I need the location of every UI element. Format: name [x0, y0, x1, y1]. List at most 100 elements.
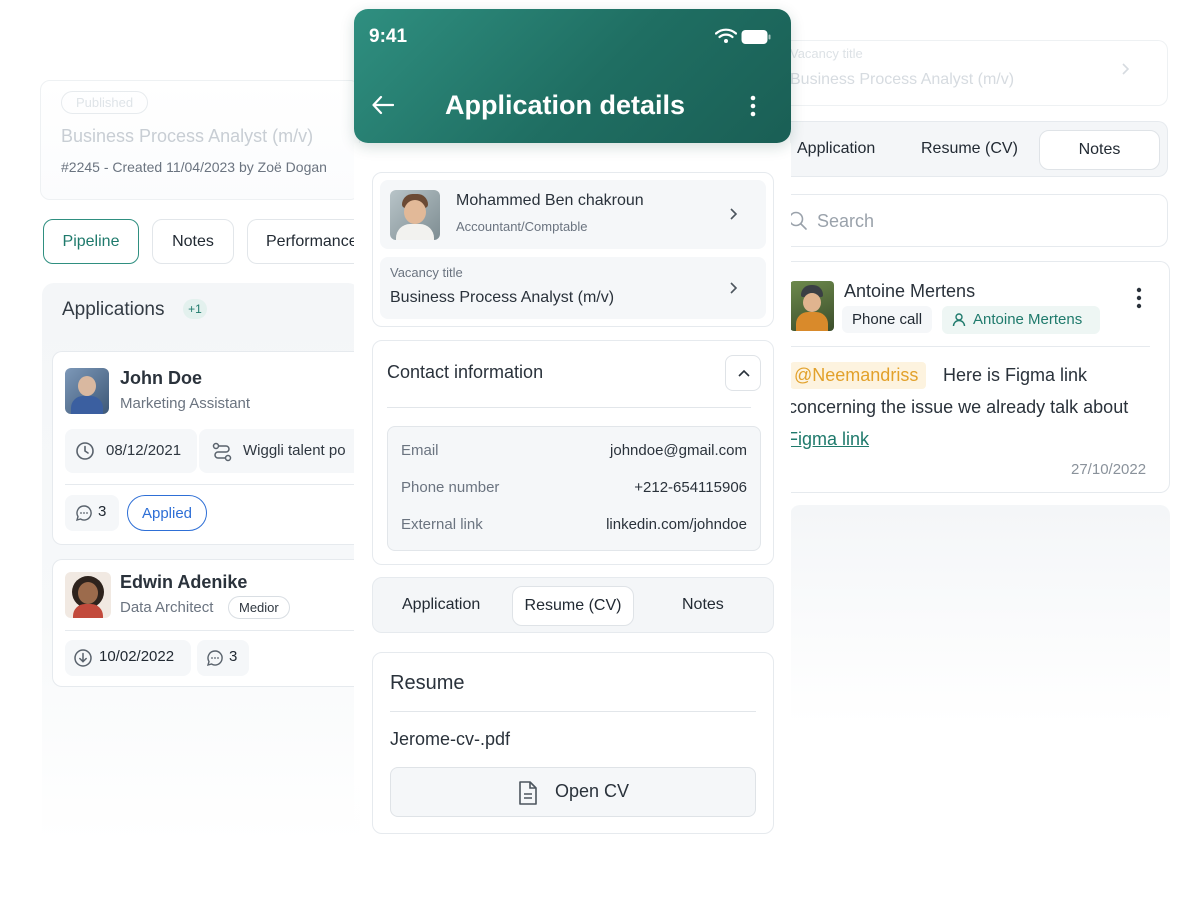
- candidate-row[interactable]: Mohammed Ben chakroun Accountant/Comptab…: [380, 180, 766, 249]
- notes-list-background: [790, 505, 1170, 725]
- chevron-right-icon: [726, 281, 740, 295]
- note-text-line2: concerning the issue we already talk abo…: [788, 397, 1129, 417]
- resume-file-name: Jerome-cv-.pdf: [390, 729, 511, 749]
- route-icon: [211, 441, 233, 463]
- chevron-right-icon: [726, 207, 740, 221]
- clock-icon: [75, 441, 95, 461]
- candidate-summary-card: Mohammed Ben chakroun Accountant/Comptab…: [372, 172, 774, 327]
- document-icon: [517, 780, 539, 806]
- divider: [387, 407, 751, 408]
- chat-bubble-icon: [206, 649, 224, 667]
- resume-title: Resume: [390, 672, 465, 694]
- tab-notes[interactable]: Notes: [1039, 130, 1160, 170]
- candidate-name: Mohammed Ben chakroun: [456, 192, 644, 209]
- candidate-name: Edwin Adenike: [120, 572, 248, 592]
- collapse-button[interactable]: [725, 355, 761, 391]
- notes-panel: Vacancy title Business Process Analyst (…: [787, 0, 1200, 901]
- tab-pipeline[interactable]: Pipeline: [43, 219, 139, 264]
- job-title: Business Process Analyst (m/v): [61, 126, 314, 146]
- chevron-right-icon: [1118, 62, 1132, 76]
- email-label: Email: [401, 442, 439, 459]
- contact-title: Contact information: [387, 362, 544, 382]
- figma-link[interactable]: Figma link: [787, 429, 869, 450]
- note-card: Antoine Mertens Phone call Antoine Merte…: [787, 261, 1170, 493]
- divider: [790, 346, 1150, 347]
- user-icon: [951, 312, 967, 328]
- app-bar-title: Application details: [445, 90, 686, 120]
- vacancy-label: Vacancy title: [390, 265, 463, 280]
- chat-bubble-icon: [75, 504, 93, 522]
- download-circle-icon: [73, 648, 93, 668]
- avatar: [65, 572, 111, 618]
- avatar: [390, 190, 440, 240]
- avatar: [65, 368, 109, 414]
- candidate-card[interactable]: John Doe Marketing Assistant 08/12/2021 …: [52, 351, 383, 545]
- detail-tabs: Application Resume (CV) Notes: [790, 121, 1168, 177]
- open-cv-label: Open CV: [555, 781, 630, 801]
- mention-tag[interactable]: @Neemandriss: [790, 362, 927, 389]
- resume-card: Resume Jerome-cv-.pdf Open CV: [372, 652, 774, 834]
- search-icon: [788, 211, 808, 231]
- comments-count: 3: [229, 648, 238, 665]
- divider: [65, 630, 383, 631]
- phone-screen: Mohammed Ben chakroun Accountant/Comptab…: [354, 143, 791, 883]
- more-vertical-icon[interactable]: [750, 95, 756, 117]
- comments-chip[interactable]: 3: [65, 495, 119, 531]
- level-badge: Medior: [228, 596, 290, 619]
- job-header-card: Published Business Process Analyst (m/v)…: [40, 80, 360, 200]
- tab-notes[interactable]: Notes: [682, 596, 724, 614]
- applications-count-badge: +1: [183, 299, 207, 319]
- tab-performance[interactable]: Performance: [247, 219, 360, 264]
- note-text-line1: Here is Figma link: [943, 365, 1088, 385]
- tab-notes[interactable]: Notes: [152, 219, 234, 264]
- battery-icon: [741, 29, 771, 45]
- date-chip: 08/12/2021: [65, 429, 197, 473]
- application-source: Wiggli talent po: [243, 442, 346, 459]
- application-date: 08/12/2021: [106, 442, 182, 459]
- search-input[interactable]: Search: [817, 211, 874, 232]
- vacancy-card-faded: Vacancy title Business Process Analyst (…: [790, 40, 1168, 106]
- email-value[interactable]: johndoe@gmail.com: [610, 442, 747, 459]
- divider: [390, 711, 756, 712]
- vacancy-row[interactable]: Vacancy title Business Process Analyst (…: [380, 257, 766, 319]
- candidate-name: John Doe: [120, 368, 203, 388]
- job-meta: #2245 - Created 11/04/2023 by Zoë Dogan: [61, 159, 327, 175]
- tab-resume[interactable]: Resume (CV): [512, 586, 634, 626]
- date-chip: 10/02/2022: [65, 640, 191, 676]
- vacancy-value: Business Process Analyst (m/v): [390, 289, 615, 306]
- contact-details: Email johndoe@gmail.com Phone number +21…: [387, 426, 761, 551]
- comments-chip[interactable]: 3: [197, 640, 249, 676]
- wifi-icon: [715, 28, 737, 44]
- external-link-value[interactable]: linkedin.com/johndoe: [606, 516, 747, 533]
- candidate-role: Data Architect: [120, 599, 214, 616]
- note-date: 27/10/2022: [1071, 461, 1147, 478]
- status-badge: Published: [61, 91, 149, 114]
- chevron-up-icon: [737, 367, 751, 381]
- application-date: 10/02/2022: [99, 648, 175, 665]
- tab-resume[interactable]: Resume (CV): [921, 140, 1018, 158]
- more-vertical-icon[interactable]: [1136, 287, 1142, 309]
- phone-value[interactable]: +212-654115906: [634, 479, 747, 496]
- candidate-role: Accountant/Comptable: [456, 219, 588, 234]
- tag-phone-call: Phone call: [842, 306, 933, 333]
- phone-label: Phone number: [401, 479, 500, 496]
- phone-app-bar: 9:41 Application details: [354, 9, 791, 143]
- status-time: 9:41: [369, 26, 408, 47]
- candidate-card[interactable]: Edwin Adenike Data Architect Medior 10/0…: [52, 559, 383, 687]
- tab-application[interactable]: Application: [402, 596, 480, 614]
- search-field[interactable]: Search: [788, 194, 1168, 247]
- pipeline-panel: Published Business Process Analyst (m/v)…: [0, 0, 383, 901]
- external-link-label: External link: [401, 516, 483, 533]
- candidate-role: Marketing Assistant: [120, 395, 251, 412]
- comments-count: 3: [98, 503, 107, 520]
- applications-title: Applications: [62, 299, 165, 320]
- status-badge-applied[interactable]: Applied: [127, 495, 207, 531]
- avatar: [790, 281, 834, 331]
- divider: [65, 484, 383, 485]
- tag-person: Antoine Mertens: [942, 306, 1100, 334]
- back-arrow-icon[interactable]: [372, 95, 394, 115]
- detail-tabs: Application Resume (CV) Notes: [372, 577, 774, 633]
- open-cv-button[interactable]: Open CV: [390, 767, 756, 817]
- note-author: Antoine Mertens: [844, 281, 976, 301]
- tab-application[interactable]: Application: [797, 140, 875, 158]
